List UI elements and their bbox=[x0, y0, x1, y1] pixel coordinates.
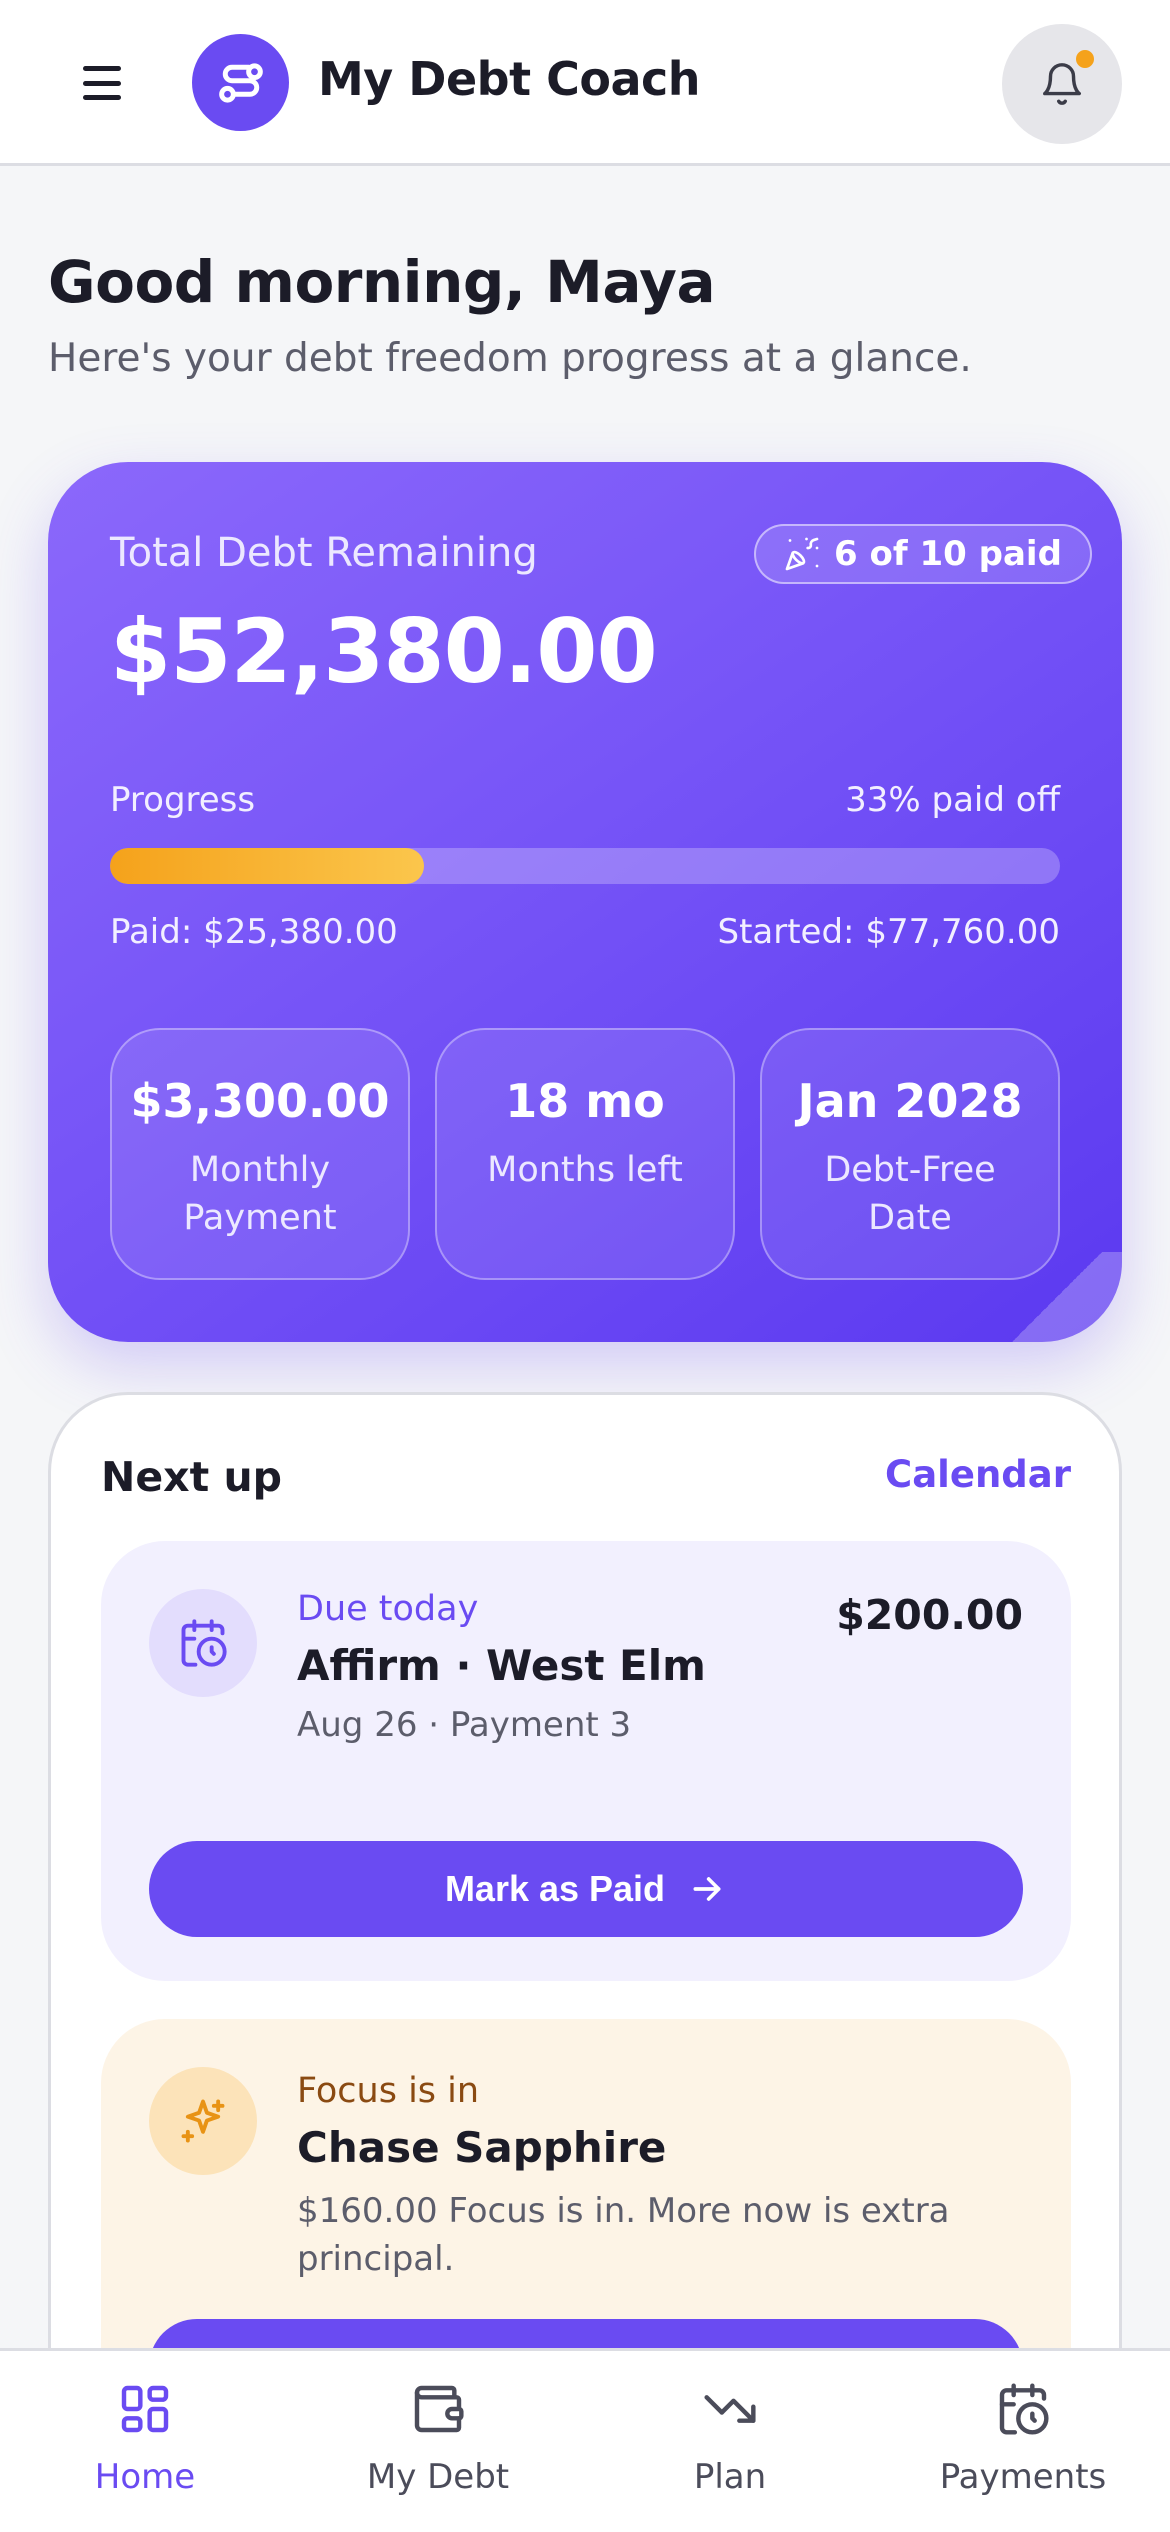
notification-dot bbox=[1074, 48, 1096, 70]
mark-as-paid-button[interactable]: Mark as Paid bbox=[149, 1841, 1023, 1937]
sparkles-icon bbox=[149, 2067, 257, 2175]
route-icon bbox=[192, 34, 289, 131]
focus-description: $160.00 Focus is in. More now is extra p… bbox=[297, 2191, 950, 2279]
stat-months-left: 18 mo Months left bbox=[435, 1028, 735, 1280]
progress-percent: 33% paid off bbox=[845, 780, 1060, 820]
nav-home[interactable]: Home bbox=[35, 2379, 255, 2519]
debt-summary-card: Total Debt Remaining 6 of 10 paid $52,38… bbox=[48, 462, 1122, 1342]
nav-payments[interactable]: Payments bbox=[913, 2379, 1133, 2519]
due-meta: Aug 26 · Payment 3 bbox=[297, 1705, 632, 1745]
greeting-subtitle: Here's your debt freedom progress at a g… bbox=[48, 336, 972, 381]
stat-debt-free-date: Jan 2028 Debt-Free Date bbox=[760, 1028, 1060, 1280]
nav-label: Payments bbox=[939, 2457, 1107, 2497]
stat-monthly-payment: $3,300.00 Monthly Payment bbox=[110, 1028, 410, 1280]
total-debt-amount: $52,380.00 bbox=[110, 600, 658, 703]
nav-plan[interactable]: Plan bbox=[620, 2379, 840, 2519]
nav-label: Plan bbox=[693, 2457, 767, 2497]
stat-value: Jan 2028 bbox=[797, 1074, 1023, 1128]
progress-bar-fill bbox=[110, 848, 424, 884]
progress-bar bbox=[110, 848, 1060, 884]
calendar-clock-icon bbox=[149, 1589, 257, 1697]
stat-label: Monthly Payment bbox=[183, 1150, 337, 1238]
stat-value: 18 mo bbox=[505, 1074, 665, 1128]
paid-amount: Paid: $25,380.00 bbox=[110, 912, 398, 952]
calendar-link[interactable]: Calendar bbox=[885, 1453, 1071, 1496]
paid-count-text: 6 of 10 paid bbox=[834, 534, 1062, 574]
greeting-title: Good morning, Maya bbox=[48, 248, 716, 316]
wallet-icon bbox=[408, 2379, 468, 2439]
paid-count-badge: 6 of 10 paid bbox=[754, 524, 1092, 584]
focus-creditor-name: Chase Sapphire bbox=[297, 2123, 667, 2172]
stat-value: $3,300.00 bbox=[130, 1074, 390, 1128]
nav-label: My Debt bbox=[366, 2457, 510, 2497]
nav-label: Home bbox=[94, 2457, 196, 2497]
party-popper-icon bbox=[785, 537, 819, 571]
due-status: Due today bbox=[297, 1589, 479, 1629]
calendar-clock-icon bbox=[993, 2379, 1053, 2439]
started-amount: Started: $77,760.00 bbox=[717, 912, 1061, 952]
menu-icon[interactable] bbox=[70, 58, 134, 108]
nav-my-debt[interactable]: My Debt bbox=[328, 2379, 548, 2519]
mark-as-paid-label: Mark as Paid bbox=[444, 1868, 666, 1909]
trend-down-icon bbox=[700, 2379, 760, 2439]
app-title: My Debt Coach bbox=[318, 52, 701, 106]
stat-label: Debt-Free Date bbox=[824, 1150, 996, 1238]
grid-icon bbox=[115, 2379, 175, 2439]
due-payment-item[interactable]: Due today Affirm · West Elm Aug 26 · Pay… bbox=[101, 1541, 1071, 1981]
bottom-nav: Home My Debt Plan Payments bbox=[0, 2348, 1170, 2532]
due-amount: $200.00 bbox=[836, 1591, 1023, 1639]
focus-status: Focus is in bbox=[297, 2071, 480, 2111]
total-debt-label: Total Debt Remaining bbox=[110, 530, 538, 576]
notification-button[interactable] bbox=[1002, 24, 1122, 144]
app-header: My Debt Coach bbox=[0, 0, 1170, 166]
progress-label: Progress bbox=[110, 780, 256, 820]
next-up-title: Next up bbox=[101, 1453, 282, 1501]
stat-label: Months left bbox=[487, 1150, 683, 1190]
arrow-right-icon bbox=[693, 1877, 721, 1901]
due-creditor-name: Affirm · West Elm bbox=[297, 1641, 706, 1690]
